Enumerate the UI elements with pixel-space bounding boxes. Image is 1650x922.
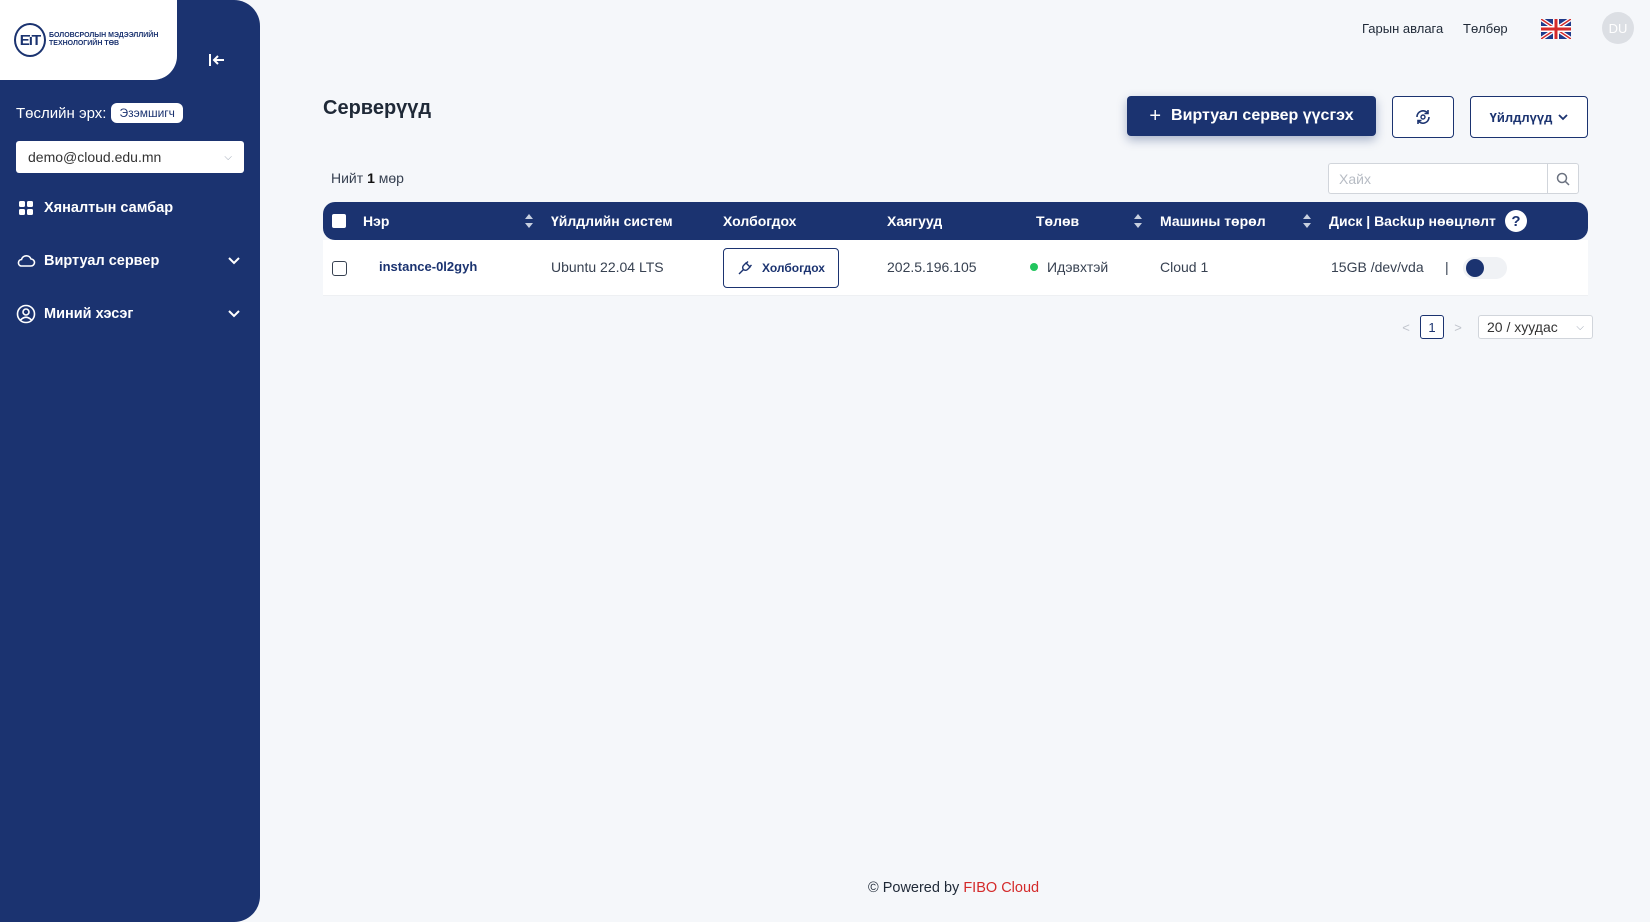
total-suffix: мөр [378,170,404,186]
total-count: 1 [367,170,375,186]
pagination: < 1 > 20 / хуудас ⌵ [1400,315,1593,339]
disk-cell: 15GB /dev/vda [1331,259,1424,275]
sort-icon[interactable] [524,212,534,230]
column-header-status[interactable]: Төлөв [1036,213,1079,229]
role-label: Төслийн эрх: [16,104,107,122]
sort-icon[interactable] [1133,212,1143,230]
payment-link[interactable]: Төлбөр [1463,21,1508,36]
toggle-knob [1466,259,1484,277]
search-box [1328,163,1579,194]
column-header-connect: Холбогдох [723,213,797,229]
search-button[interactable] [1547,163,1579,194]
column-header-addresses: Хаягууд [887,213,943,229]
address-cell: 202.5.196.105 [887,259,977,275]
actions-label: Үйлдлүүд [1489,109,1553,125]
role-row: Төслийн эрх: Эзэмшигч [16,103,183,123]
plug-icon [738,261,753,275]
uk-flag-icon[interactable] [1541,19,1571,39]
sidebar-item-my-section[interactable]: Миний хэсэг [16,300,244,328]
row-checkbox[interactable] [332,261,347,276]
sidebar-item-label: Хяналтын самбар [44,200,174,216]
chevron-down-icon: ⌵ [224,151,232,163]
column-header-machine-type[interactable]: Машины төрөл [1160,213,1266,229]
logo-text: БОЛОВСРОЛЫН МЭДЭЭЛЛИЙН ТЕХНОЛОГИЙН ТӨВ [49,32,159,47]
footer-brand-link[interactable]: FIBO Cloud [963,880,1039,896]
account-select[interactable]: demo@cloud.edu.mn ⌵ [16,141,244,173]
connect-label: Холбогдох [762,261,825,275]
chevron-down-icon [1558,113,1568,120]
logo-mark: ЕїТ [14,23,46,57]
create-button-label: Виртуал сервер үүсгэх [1171,107,1354,124]
sidebar-item-dashboard[interactable]: Хяналтын самбар [16,194,244,222]
table-header: Нэр Үйлдлийн систем Холбогдох Хаягууд Тө… [323,202,1588,240]
refresh-icon [1416,110,1430,124]
footer-text: © Powered by [868,880,960,896]
refresh-button[interactable] [1392,96,1454,138]
sidebar: ЕїТ БОЛОВСРОЛЫН МЭДЭЭЛЛИЙН ТЕХНОЛОГИЙН Т… [0,0,260,922]
status-cell: Идэвхтэй [1030,259,1108,275]
guide-link[interactable]: Гарын авлага [1362,21,1443,36]
search-icon [1556,172,1570,186]
connect-button[interactable]: Холбогдох [723,248,839,288]
select-all-checkbox[interactable] [332,214,346,228]
role-badge: Эзэмшигч [111,103,183,123]
servers-table: Нэр Үйлдлийн систем Холбогдох Хаягууд Тө… [323,202,1588,296]
collapse-sidebar-icon[interactable] [205,48,229,72]
sort-icon[interactable] [1302,212,1312,230]
user-circle-icon [16,304,36,324]
status-text: Идэвхтэй [1047,259,1109,275]
next-page-icon[interactable]: > [1452,320,1464,335]
footer: © Powered by FIBO Cloud [868,880,1039,896]
instance-name-link[interactable]: instance-0l2gyh [379,259,477,274]
column-header-os: Үйлдлийн систем [551,213,673,229]
help-icon[interactable]: ? [1505,210,1527,232]
chevron-down-icon [228,306,240,322]
os-cell: Ubuntu 22.04 LTS [551,259,664,275]
table-row: instance-0l2gyh Ubuntu 22.04 LTS Холбогд… [323,240,1588,296]
column-header-disk-backup: Диск | Backup нөөцлөлт [1329,213,1496,229]
separator: | [1445,259,1449,275]
create-virtual-server-button[interactable]: + Виртуал сервер үүсгэх [1127,96,1376,136]
page-number[interactable]: 1 [1420,315,1444,339]
dashboard-grid-icon [16,198,36,218]
chevron-down-icon: ⌵ [1576,321,1584,333]
sidebar-item-label: Виртуал сервер [44,253,160,269]
page-size-select[interactable]: 20 / хуудас ⌵ [1478,315,1593,339]
sidebar-item-virtual-server[interactable]: Виртуал сервер [16,247,244,275]
actions-dropdown-button[interactable]: Үйлдлүүд [1470,96,1588,138]
prev-page-icon[interactable]: < [1400,320,1412,335]
total-rows: Нийт 1 мөр [331,170,404,186]
status-dot-icon [1030,263,1038,271]
account-value: demo@cloud.edu.mn [28,149,162,165]
cloud-icon [16,251,36,271]
page-size-value: 20 / хуудас [1487,319,1558,335]
search-input[interactable] [1328,163,1547,194]
plus-icon: + [1149,104,1162,127]
total-prefix: Нийт [331,170,364,186]
column-header-name[interactable]: Нэр [363,213,389,229]
chevron-down-icon [228,253,240,269]
backup-toggle[interactable] [1463,257,1507,279]
avatar[interactable]: DU [1602,12,1634,44]
sidebar-item-label: Миний хэсэг [44,306,134,322]
page-title: Серверүүд [323,97,432,119]
machine-type-cell: Cloud 1 [1160,259,1209,275]
logo[interactable]: ЕїТ БОЛОВСРОЛЫН МЭДЭЭЛЛИЙН ТЕХНОЛОГИЙН Т… [0,0,177,80]
